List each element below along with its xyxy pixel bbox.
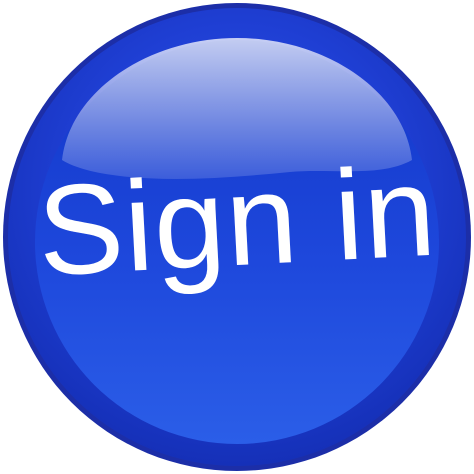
sign-in-label: Sign in (34, 139, 440, 304)
sign-in-button[interactable]: Sign in (0, 0, 474, 474)
